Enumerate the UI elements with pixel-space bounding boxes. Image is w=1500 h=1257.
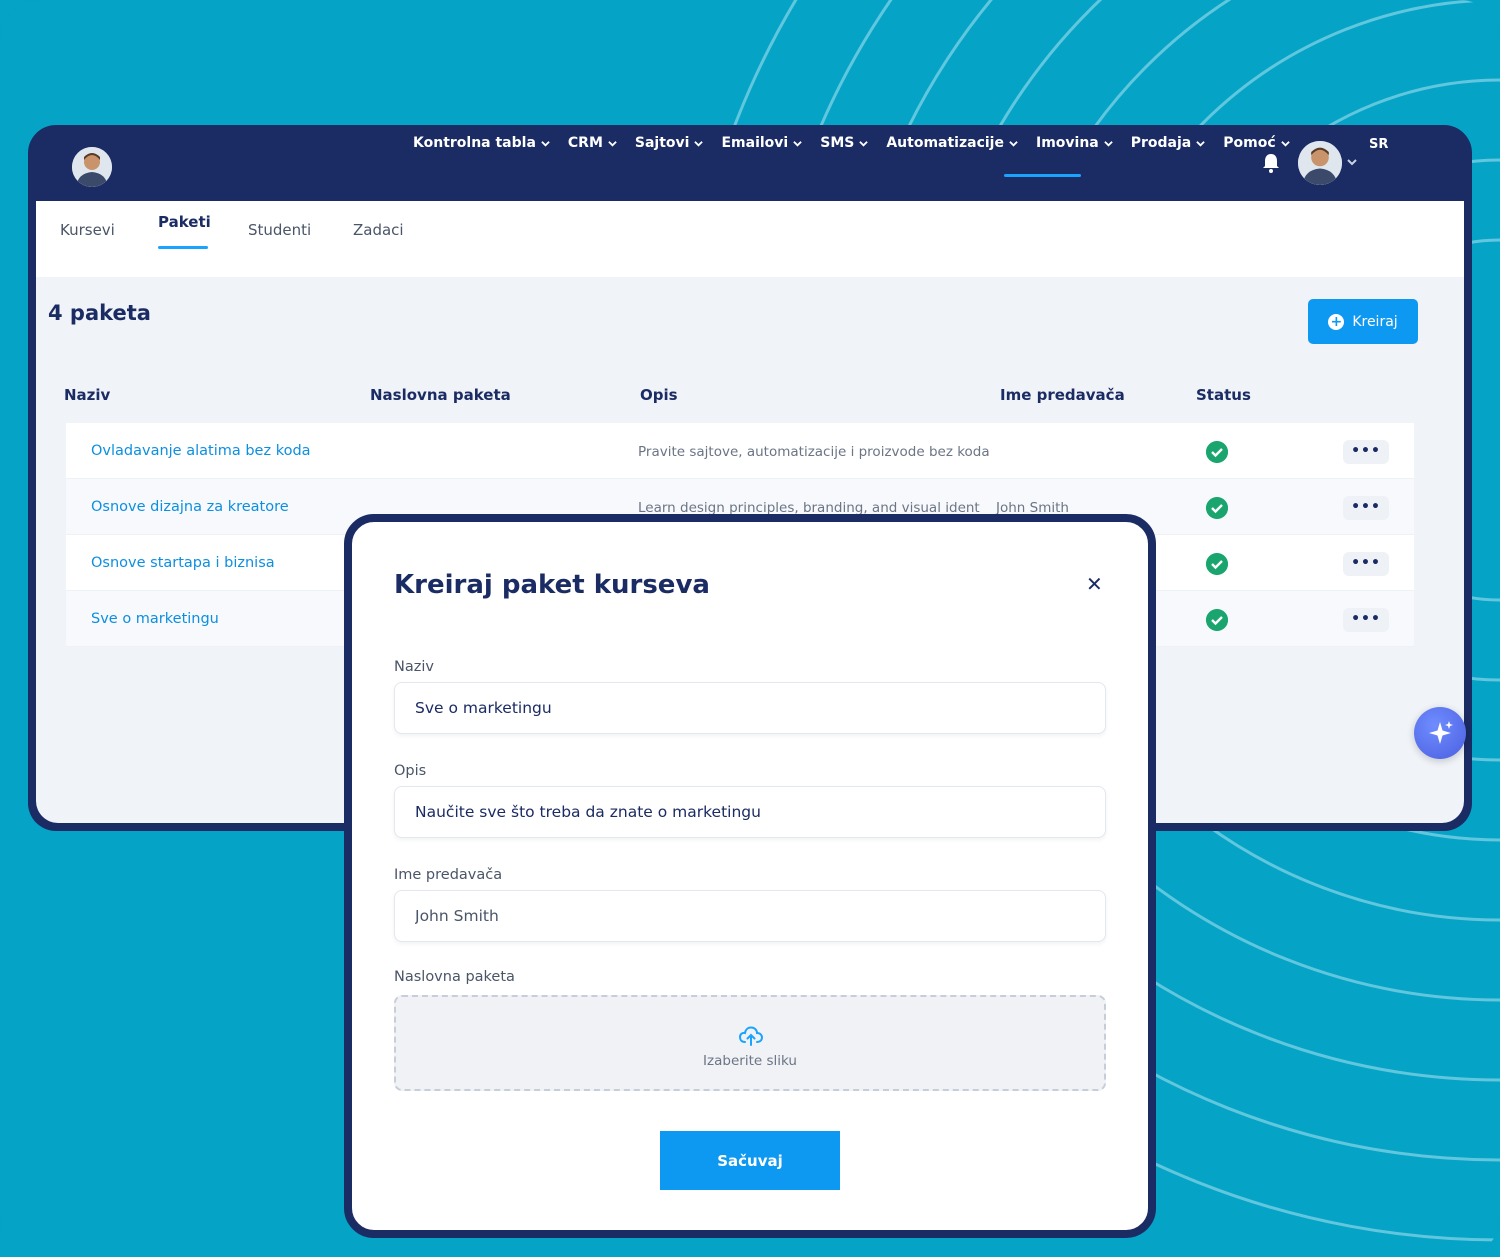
upload-text: Izaberite sliku [703, 1053, 797, 1069]
more-actions-button[interactable]: ••• [1343, 608, 1389, 632]
check-circle-icon [1206, 441, 1228, 463]
package-name-link[interactable]: Sve o marketingu [91, 611, 219, 627]
package-description: Pravite sajtove, automatizacije i proizv… [638, 444, 990, 460]
save-button[interactable]: Sačuvaj [660, 1131, 840, 1190]
description-field[interactable] [394, 786, 1106, 838]
column-header-cover[interactable]: Naslovna paketa [370, 386, 511, 404]
image-upload-dropzone[interactable]: Izaberite sliku [394, 995, 1106, 1091]
tab-paketi[interactable]: Paketi [158, 213, 211, 231]
nav-label: Emailovi [721, 135, 789, 151]
person-icon [72, 147, 112, 187]
package-name-link[interactable]: Osnove dizajna za kreatore [91, 499, 289, 515]
chevron-down-icon [859, 140, 869, 147]
check-circle-icon [1206, 609, 1228, 631]
table-row[interactable]: Ovladavanje alatima bez koda Pravite saj… [66, 423, 1414, 479]
chevron-down-icon[interactable] [1347, 157, 1357, 167]
nav-item-sms[interactable]: SMS [811, 133, 877, 153]
check-circle-icon [1206, 553, 1228, 575]
nav-item-pomoc[interactable]: Pomoć [1214, 133, 1298, 153]
nav-item-prodaja[interactable]: Prodaja [1122, 133, 1215, 153]
package-name-link[interactable]: Ovladavanje alatima bez koda [91, 443, 311, 459]
create-button-label: Kreiraj [1352, 313, 1398, 330]
nav-item-emailovi[interactable]: Emailovi [712, 133, 811, 153]
nav-label: Kontrolna tabla [413, 135, 536, 151]
main-nav: Kontrolna tabla CRM Sajtovi Emailovi SMS… [404, 133, 1299, 153]
sparkle-icon [1429, 721, 1453, 744]
nav-label: Prodaja [1130, 135, 1192, 151]
nav-item-kontrolna-tabla[interactable]: Kontrolna tabla [404, 133, 559, 153]
tab-studenti[interactable]: Studenti [248, 221, 311, 239]
create-package-modal: Kreiraj paket kurseva ✕ Naziv Opis Ime p… [344, 514, 1156, 1238]
plus-icon: + [1328, 313, 1345, 330]
nav-label: SMS [820, 135, 855, 151]
close-icon[interactable]: ✕ [1086, 572, 1103, 596]
active-nav-indicator [1004, 174, 1081, 177]
tab-kursevi[interactable]: Kursevi [60, 221, 115, 239]
nav-label: Pomoć [1223, 135, 1276, 151]
chevron-down-icon [541, 140, 550, 147]
more-actions-button[interactable]: ••• [1343, 440, 1389, 464]
modal-title: Kreiraj paket kurseva [394, 570, 710, 600]
chevron-down-icon [694, 140, 704, 147]
more-actions-button[interactable]: ••• [1343, 496, 1389, 520]
bell-icon[interactable] [1262, 153, 1280, 173]
instructor-field-label: Ime predavača [394, 867, 503, 883]
check-circle-icon [1206, 497, 1228, 519]
chevron-down-icon [793, 140, 802, 147]
instructor-field[interactable] [394, 890, 1106, 942]
top-navbar: Kontrolna tabla CRM Sajtovi Emailovi SMS… [36, 125, 1464, 201]
chevron-down-icon [1196, 140, 1205, 147]
cloud-upload-icon [738, 1026, 764, 1046]
name-field-label: Naziv [394, 659, 434, 675]
active-tab-indicator [158, 246, 208, 249]
tab-zadaci[interactable]: Zadaci [353, 221, 404, 239]
language-selector[interactable]: SR [1369, 137, 1388, 152]
nav-item-crm[interactable]: CRM [559, 133, 626, 153]
nav-label: Automatizacije [886, 135, 1004, 151]
nav-item-automatizacije[interactable]: Automatizacije [877, 133, 1027, 153]
description-field-label: Opis [394, 763, 427, 779]
page-title: 4 paketa [48, 301, 151, 325]
column-header-description[interactable]: Opis [640, 386, 678, 404]
nav-label: CRM [567, 135, 603, 151]
more-actions-button[interactable]: ••• [1343, 552, 1389, 576]
chevron-down-icon [1009, 140, 1018, 147]
column-header-status[interactable]: Status [1196, 386, 1251, 404]
nav-item-sajtovi[interactable]: Sajtovi [626, 133, 713, 153]
table-header: Naziv Naslovna paketa Opis Ime predavača… [56, 373, 1442, 417]
column-header-instructor[interactable]: Ime predavača [1000, 386, 1125, 404]
name-field[interactable] [394, 682, 1106, 734]
cover-field-label: Naslovna paketa [394, 969, 515, 985]
chevron-down-icon [1280, 140, 1290, 147]
tabs-bar: Kursevi Paketi Studenti Zadaci [36, 201, 1464, 277]
column-header-name[interactable]: Naziv [64, 386, 110, 404]
chevron-down-icon [608, 140, 617, 147]
nav-item-imovina[interactable]: Imovina [1027, 133, 1122, 153]
chevron-down-icon [1104, 140, 1113, 147]
ai-assistant-button[interactable] [1414, 707, 1466, 759]
user-avatar[interactable] [1298, 141, 1342, 185]
workspace-avatar[interactable] [72, 147, 112, 187]
nav-label: Sajtovi [634, 135, 690, 151]
create-button[interactable]: + Kreiraj [1308, 299, 1418, 344]
nav-label: Imovina [1035, 135, 1099, 151]
package-name-link[interactable]: Osnove startapa i biznisa [91, 555, 275, 571]
person-icon [1298, 141, 1342, 185]
